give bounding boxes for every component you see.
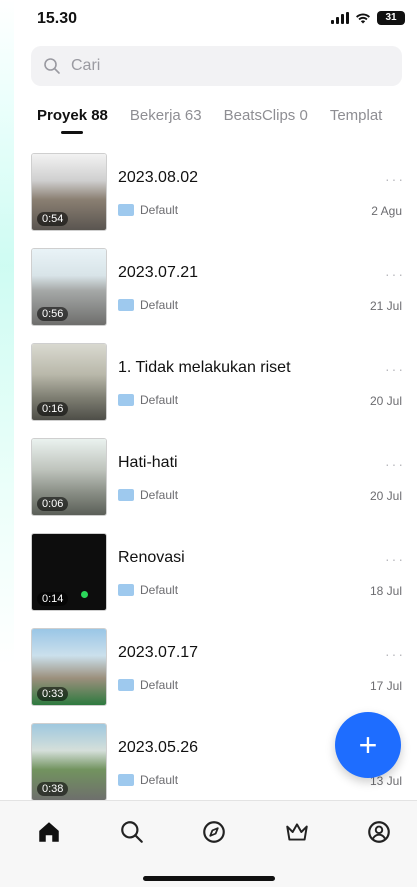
project-title[interactable]: 1. Tidak melakukan riset (118, 359, 291, 377)
list-item[interactable]: 0:54 2023.08.02 Default ··· 2 Agu (31, 153, 405, 248)
folder-icon (118, 299, 134, 311)
folder-icon (118, 204, 134, 216)
duration-badge: 0:33 (37, 687, 69, 701)
project-folder: Default (118, 203, 178, 217)
duration-badge: 0:54 (37, 212, 69, 226)
more-icon[interactable]: ··· (385, 456, 405, 472)
folder-icon (118, 774, 134, 786)
tab-beatsclips[interactable]: BeatsClips 0 (224, 107, 308, 124)
bottom-nav (0, 800, 417, 887)
project-title[interactable]: 2023.07.21 (118, 264, 198, 282)
search-icon (44, 58, 60, 74)
status-time: 15.30 (37, 10, 78, 27)
project-date: 2 Agu (371, 204, 402, 218)
tab-bekerja[interactable]: Bekerja 63 (130, 107, 202, 124)
folder-icon (118, 394, 134, 406)
project-title[interactable]: Renovasi (118, 549, 185, 567)
list-item[interactable]: 0:06 Hati-hati Default ··· 20 Jul (31, 438, 405, 533)
duration-badge: 0:56 (37, 307, 69, 321)
duration-badge: 0:38 (37, 782, 69, 796)
duration-badge: 0:06 (37, 497, 69, 511)
list-item[interactable]: 0:33 2023.07.17 Default ··· 17 Jul (31, 628, 405, 723)
more-icon[interactable]: ··· (385, 266, 405, 282)
video-thumbnail[interactable]: 0:38 (31, 723, 107, 801)
duration-badge: 0:14 (37, 592, 69, 606)
project-date: 18 Jul (369, 584, 402, 598)
nav-icons (36, 819, 392, 850)
search-input[interactable]: Cari (31, 46, 402, 86)
list-item[interactable]: 0:14 Renovasi Default ··· 18 Jul (31, 533, 405, 628)
list-item[interactable]: 0:56 2023.07.21 Default ··· 21 Jul (31, 248, 405, 343)
project-date: 21 Jul (369, 299, 402, 313)
project-folder: Default (118, 583, 178, 597)
video-thumbnail[interactable]: 0:54 (31, 153, 107, 231)
home-indicator (143, 876, 275, 881)
video-thumbnail[interactable]: 0:33 (31, 628, 107, 706)
more-icon[interactable]: ··· (385, 551, 405, 567)
tab-proyek[interactable]: Proyek 88 (37, 107, 108, 134)
project-folder: Default (118, 488, 178, 502)
add-project-button[interactable]: + (335, 712, 401, 778)
compass-icon[interactable] (201, 819, 227, 850)
video-thumbnail[interactable]: 0:16 (31, 343, 107, 421)
crown-icon[interactable] (284, 819, 310, 850)
battery-icon: 31 (377, 11, 405, 25)
video-thumbnail[interactable]: 0:56 (31, 248, 107, 326)
project-folder: Default (118, 773, 178, 787)
signal-icon (331, 12, 349, 24)
project-title[interactable]: 2023.08.02 (118, 169, 198, 187)
video-thumbnail[interactable]: 0:14 (31, 533, 107, 611)
home-icon[interactable] (36, 819, 62, 850)
background-gradient (0, 0, 14, 886)
duration-badge: 0:16 (37, 402, 69, 416)
folder-icon (118, 584, 134, 596)
list-item[interactable]: 0:16 1. Tidak melakukan riset Default ··… (31, 343, 405, 438)
search-placeholder: Cari (71, 57, 101, 74)
project-folder: Default (118, 393, 178, 407)
wifi-icon (356, 13, 370, 24)
folder-icon (118, 489, 134, 501)
project-date: 17 Jul (369, 679, 402, 693)
project-title[interactable]: 2023.05.26 (118, 739, 198, 757)
project-title[interactable]: Hati-hati (118, 454, 178, 472)
tab-templat[interactable]: Templat (330, 107, 383, 124)
project-date: 20 Jul (369, 394, 402, 408)
project-folder: Default (118, 298, 178, 312)
search-icon[interactable] (119, 819, 145, 850)
tab-bar: Proyek 88 Bekerja 63 BeatsClips 0 Templa… (37, 107, 383, 134)
status-bar: 15.30 31 (0, 0, 417, 40)
more-icon[interactable]: ··· (385, 171, 405, 187)
video-thumbnail[interactable]: 0:06 (31, 438, 107, 516)
project-folder: Default (118, 678, 178, 692)
more-icon[interactable]: ··· (385, 361, 405, 377)
project-title[interactable]: 2023.07.17 (118, 644, 198, 662)
status-icons: 31 (331, 11, 405, 25)
profile-icon[interactable] (366, 819, 392, 850)
more-icon[interactable]: ··· (385, 646, 405, 662)
folder-icon (118, 679, 134, 691)
project-date: 20 Jul (369, 489, 402, 503)
record-dot (81, 591, 88, 598)
